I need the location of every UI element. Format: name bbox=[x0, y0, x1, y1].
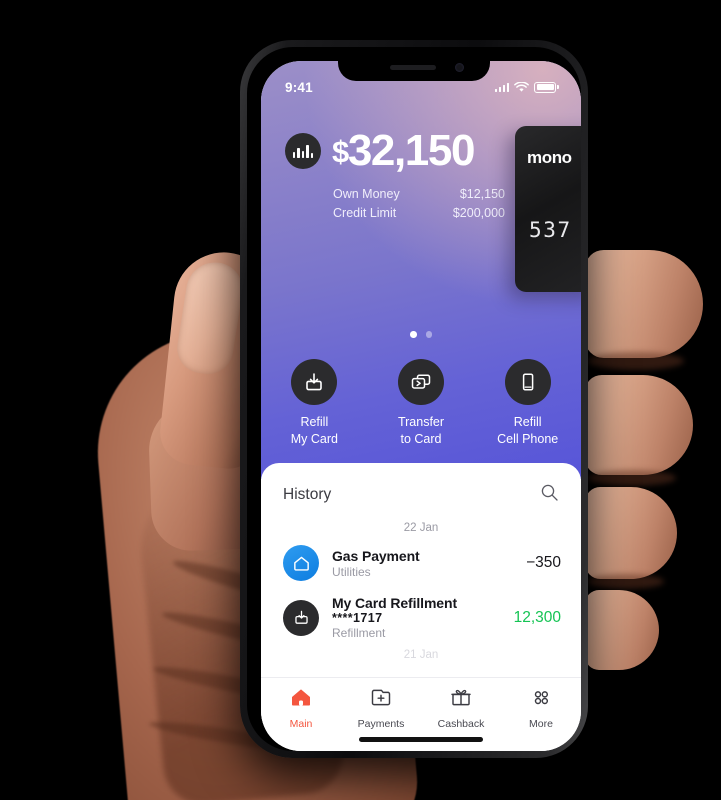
transaction-amount: 12,300 bbox=[513, 608, 561, 626]
payments-icon bbox=[369, 686, 393, 713]
action-label: Transfer to Card bbox=[397, 415, 445, 446]
transaction-title: Gas Payment bbox=[332, 547, 420, 564]
balance-amount: $32,150 bbox=[332, 126, 476, 175]
phone-screen: 9:41 mono 537 $32,150 Own Money $12,150 … bbox=[261, 61, 581, 751]
action-label: Refill My Card bbox=[290, 415, 338, 446]
transaction-date-group: 22 Jan bbox=[403, 522, 439, 534]
phone-bezel: 9:41 mono 537 $32,150 Own Money $12,150 … bbox=[247, 47, 581, 751]
pagination-dot-1[interactable] bbox=[410, 331, 417, 338]
wifi-icon bbox=[514, 81, 530, 92]
transaction-row-card-refillment[interactable]: My Card Refillment ****1717 Refillment 1… bbox=[261, 588, 581, 647]
account-summary-panel: 9:41 mono 537 $32,150 Own Money $12,150 … bbox=[261, 61, 581, 479]
finger-shadow bbox=[588, 352, 684, 370]
tab-label: Cashback bbox=[437, 718, 485, 730]
action-refill-my-card[interactable]: Refill My Card bbox=[261, 359, 368, 447]
status-bar-indicators bbox=[494, 81, 559, 93]
tab-main[interactable]: Main bbox=[261, 686, 341, 751]
finger-shadow bbox=[588, 470, 676, 486]
card-brand-label: mono bbox=[527, 148, 572, 167]
battery-icon bbox=[534, 81, 559, 93]
transaction-category: Refillment bbox=[332, 626, 386, 640]
home-icon bbox=[289, 686, 313, 713]
transaction-amount: −350 bbox=[526, 554, 561, 571]
quick-actions: Refill My Card Transfer to Card Refill C… bbox=[261, 359, 581, 447]
signal-bars-icon bbox=[494, 82, 510, 92]
middle-finger bbox=[585, 375, 693, 475]
more-dots-icon bbox=[529, 686, 553, 713]
house-icon bbox=[283, 545, 319, 581]
transaction-row-gas-payment[interactable]: Gas Payment Utilities −350 bbox=[261, 538, 581, 588]
balance-value: 32,150 bbox=[347, 126, 476, 175]
home-indicator[interactable] bbox=[359, 737, 483, 742]
action-refill-cell-phone[interactable]: Refill Cell Phone bbox=[474, 359, 581, 447]
tab-label: Main bbox=[289, 718, 313, 730]
card-number-label: 537 bbox=[529, 218, 572, 242]
front-camera-icon bbox=[455, 63, 464, 72]
history-title: History bbox=[283, 486, 332, 503]
mobile-phone-icon bbox=[504, 359, 551, 405]
transaction-text: My Card Refillment ****1717 Refillment bbox=[319, 595, 508, 640]
download-to-tray-icon bbox=[283, 599, 319, 636]
little-finger bbox=[585, 590, 659, 670]
gift-icon bbox=[449, 686, 473, 713]
carousel-pagination[interactable] bbox=[261, 331, 581, 338]
transaction-text: Gas Payment Utilities bbox=[319, 548, 520, 579]
tab-more[interactable]: More bbox=[501, 686, 581, 751]
credit-limit-label: Credit Limit bbox=[333, 206, 397, 221]
history-header: History bbox=[261, 463, 581, 515]
ring-finger bbox=[585, 487, 677, 579]
transaction-category: Utilities bbox=[332, 564, 371, 579]
action-transfer-to-card[interactable]: Transfer to Card bbox=[368, 359, 475, 447]
index-finger bbox=[585, 250, 703, 358]
pagination-dot-2[interactable] bbox=[425, 331, 432, 338]
finger-shadow bbox=[588, 574, 664, 589]
credit-limit-value: $200,000 bbox=[452, 206, 505, 221]
status-bar-time: 9:41 bbox=[285, 79, 313, 95]
download-to-tray-icon bbox=[291, 359, 338, 405]
bar-chart-icon[interactable] bbox=[285, 133, 321, 169]
earpiece-speaker bbox=[390, 65, 436, 70]
balance-currency: $ bbox=[332, 134, 349, 169]
transaction-title: My Card Refillment bbox=[332, 595, 457, 611]
bank-card[interactable]: mono 537 bbox=[515, 126, 581, 292]
transaction-card-number: ****1717 bbox=[332, 611, 383, 625]
transaction-date-group-next: 21 Jan bbox=[403, 649, 439, 661]
search-icon[interactable] bbox=[540, 483, 559, 507]
tab-label: More bbox=[529, 718, 553, 730]
history-sheet: History 22 Jan Gas Payment Utilities −35… bbox=[261, 463, 581, 677]
own-money-label: Own Money bbox=[333, 187, 400, 201]
screenshot-stage: 9:41 mono 537 $32,150 Own Money $12,150 … bbox=[0, 0, 721, 800]
tab-label: Payments bbox=[357, 718, 405, 730]
own-money-value: $12,150 bbox=[459, 187, 505, 201]
action-label: Refill Cell Phone bbox=[497, 415, 559, 446]
transfer-cards-icon bbox=[398, 359, 444, 405]
screen-notch bbox=[338, 54, 490, 81]
phone-device: 9:41 mono 537 $32,150 Own Money $12,150 … bbox=[240, 40, 588, 758]
